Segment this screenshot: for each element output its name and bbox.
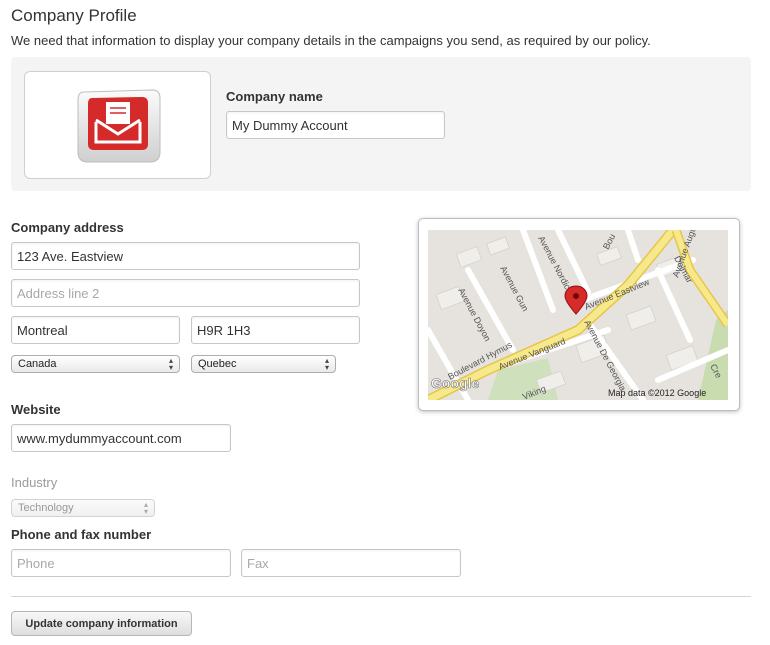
phone-fax-label: Phone and fax number [11, 527, 152, 542]
fax-input[interactable] [241, 549, 461, 577]
province-select[interactable]: Quebec ▴ ▾ [191, 355, 336, 373]
company-name-input[interactable] [226, 111, 445, 139]
country-select[interactable]: Canada ▴ ▾ [11, 355, 180, 373]
select-arrows-icon: ▴ ▾ [324, 356, 329, 372]
industry-label: Industry [11, 475, 58, 490]
website-label: Website [11, 402, 61, 417]
industry-select: Technology ▴ ▾ [11, 499, 155, 517]
page-title: Company Profile [11, 6, 137, 25]
address-line2-input[interactable] [11, 279, 360, 307]
select-arrows-icon: ▴ ▾ [168, 356, 173, 372]
phone-input[interactable] [11, 549, 231, 577]
postal-code-input[interactable] [191, 316, 360, 344]
city-input[interactable] [11, 316, 180, 344]
map[interactable]: Boulevard Hymus Bou Delmar Avenue Nordic… [428, 230, 728, 400]
country-select-value: Canada [18, 358, 57, 370]
envelope-logo-icon [77, 89, 161, 163]
update-company-button[interactable]: Update company information [11, 611, 192, 636]
map-attribution: Map data ©2012 Google [608, 388, 706, 398]
divider [11, 596, 751, 597]
website-input[interactable] [11, 424, 231, 452]
map-card: Boulevard Hymus Bou Delmar Avenue Nordic… [418, 218, 740, 411]
address-line1-input[interactable] [11, 242, 360, 270]
select-arrows-icon: ▴ ▾ [143, 500, 148, 516]
page-subtitle: We need that information to display your… [11, 33, 651, 48]
company-name-label: Company name [226, 89, 323, 104]
map-google-logo: Google [431, 375, 479, 391]
company-address-label: Company address [11, 220, 124, 235]
province-select-value: Quebec [198, 358, 237, 370]
logo-box[interactable] [24, 71, 211, 179]
industry-select-value: Technology [18, 502, 74, 514]
